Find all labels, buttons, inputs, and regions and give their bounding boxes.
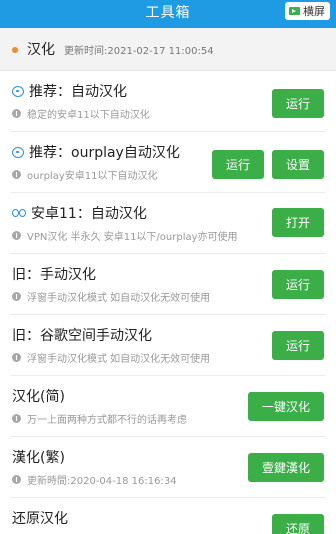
run-button[interactable]: 运行 [212, 150, 264, 179]
info-icon [12, 109, 21, 118]
item-desc: 浮窗手动汉化模式 如自动汉化无效可使用 [27, 293, 211, 304]
run-button[interactable]: 运行 [272, 89, 324, 118]
status-dot [12, 47, 18, 53]
one-click-translate-traditional-button[interactable]: 壹鍵漢化 [248, 453, 324, 482]
item-title: 旧：手动汉化 [12, 267, 96, 283]
section-header: 汉化 更新时间:2021-02-17 11:00:54 [0, 28, 336, 71]
item-desc: ourplay安卓11以下自动汉化 [27, 171, 158, 182]
settings-button[interactable]: 设置 [272, 150, 324, 179]
item-desc: 更新時間:2020-04-18 16:16:34 [27, 476, 177, 487]
list-item-simplified-translate: 汉化(简) 万一上面两种方式都不行的话再考虑 一键汉化 [0, 376, 336, 437]
chat-icon [12, 146, 24, 158]
item-title: 还原汉化 [12, 511, 68, 527]
list-item-ourplay-auto-translate: 推荐：ourplay自动汉化 ourplay安卓11以下自动汉化 运行 设置 [0, 132, 336, 193]
info-icon [12, 353, 21, 362]
section-title: 汉化 [27, 42, 55, 58]
run-button[interactable]: 运行 [272, 331, 324, 360]
info-icon [12, 475, 21, 484]
info-icon [12, 414, 21, 423]
item-desc: 稳定的安卓11以下自动汉化 [27, 110, 150, 121]
chat-icon [12, 85, 24, 97]
item-title: 漢化(繁) [12, 450, 65, 466]
list-item-google-space-manual-translate: 旧：谷歌空间手动汉化 浮窗手动汉化模式 如自动汉化无效可使用 运行 [0, 315, 336, 376]
list-item-auto-translate: 推荐：自动汉化 稳定的安卓11以下自动汉化 运行 [0, 71, 336, 132]
item-desc: VPN汉化 半永久 安卓11以下/ourplay亦可使用 [27, 232, 238, 243]
list-item-android11-auto-translate: 安卓11：自动汉化 VPN汉化 半永久 安卓11以下/ourplay亦可使用 打… [0, 193, 336, 254]
open-button[interactable]: 打开 [272, 208, 324, 237]
titlebar: 工具箱 横屏 [0, 0, 336, 28]
info-icon [12, 231, 21, 240]
item-title: 汉化(简) [12, 389, 65, 405]
item-title: 推荐：ourplay自动汉化 [29, 145, 180, 161]
video-icon [289, 7, 300, 15]
run-button[interactable]: 运行 [272, 270, 324, 299]
landscape-label: 横屏 [303, 5, 325, 18]
list-item-manual-translate: 旧：手动汉化 浮窗手动汉化模式 如自动汉化无效可使用 运行 [0, 254, 336, 315]
info-icon [12, 292, 21, 301]
one-click-translate-button[interactable]: 一键汉化 [248, 392, 324, 421]
item-desc: 浮窗手动汉化模式 如自动汉化无效可使用 [27, 354, 211, 365]
vr-glasses-icon [12, 209, 26, 217]
info-icon [12, 170, 21, 179]
restore-button[interactable]: 还原 [272, 514, 324, 534]
landscape-button[interactable]: 横屏 [285, 2, 330, 20]
list-item-traditional-translate: 漢化(繁) 更新時間:2020-04-18 16:16:34 壹鍵漢化 [0, 437, 336, 498]
item-desc: 万一上面两种方式都不行的话再考虑 [27, 415, 187, 426]
item-title: 推荐：自动汉化 [29, 84, 127, 100]
update-time: 更新时间:2021-02-17 11:00:54 [64, 46, 214, 57]
item-title: 旧：谷歌空间手动汉化 [12, 328, 152, 344]
list-item-restore-translate: 还原汉化 还原 [0, 498, 336, 534]
item-title: 安卓11：自动汉化 [31, 206, 147, 222]
